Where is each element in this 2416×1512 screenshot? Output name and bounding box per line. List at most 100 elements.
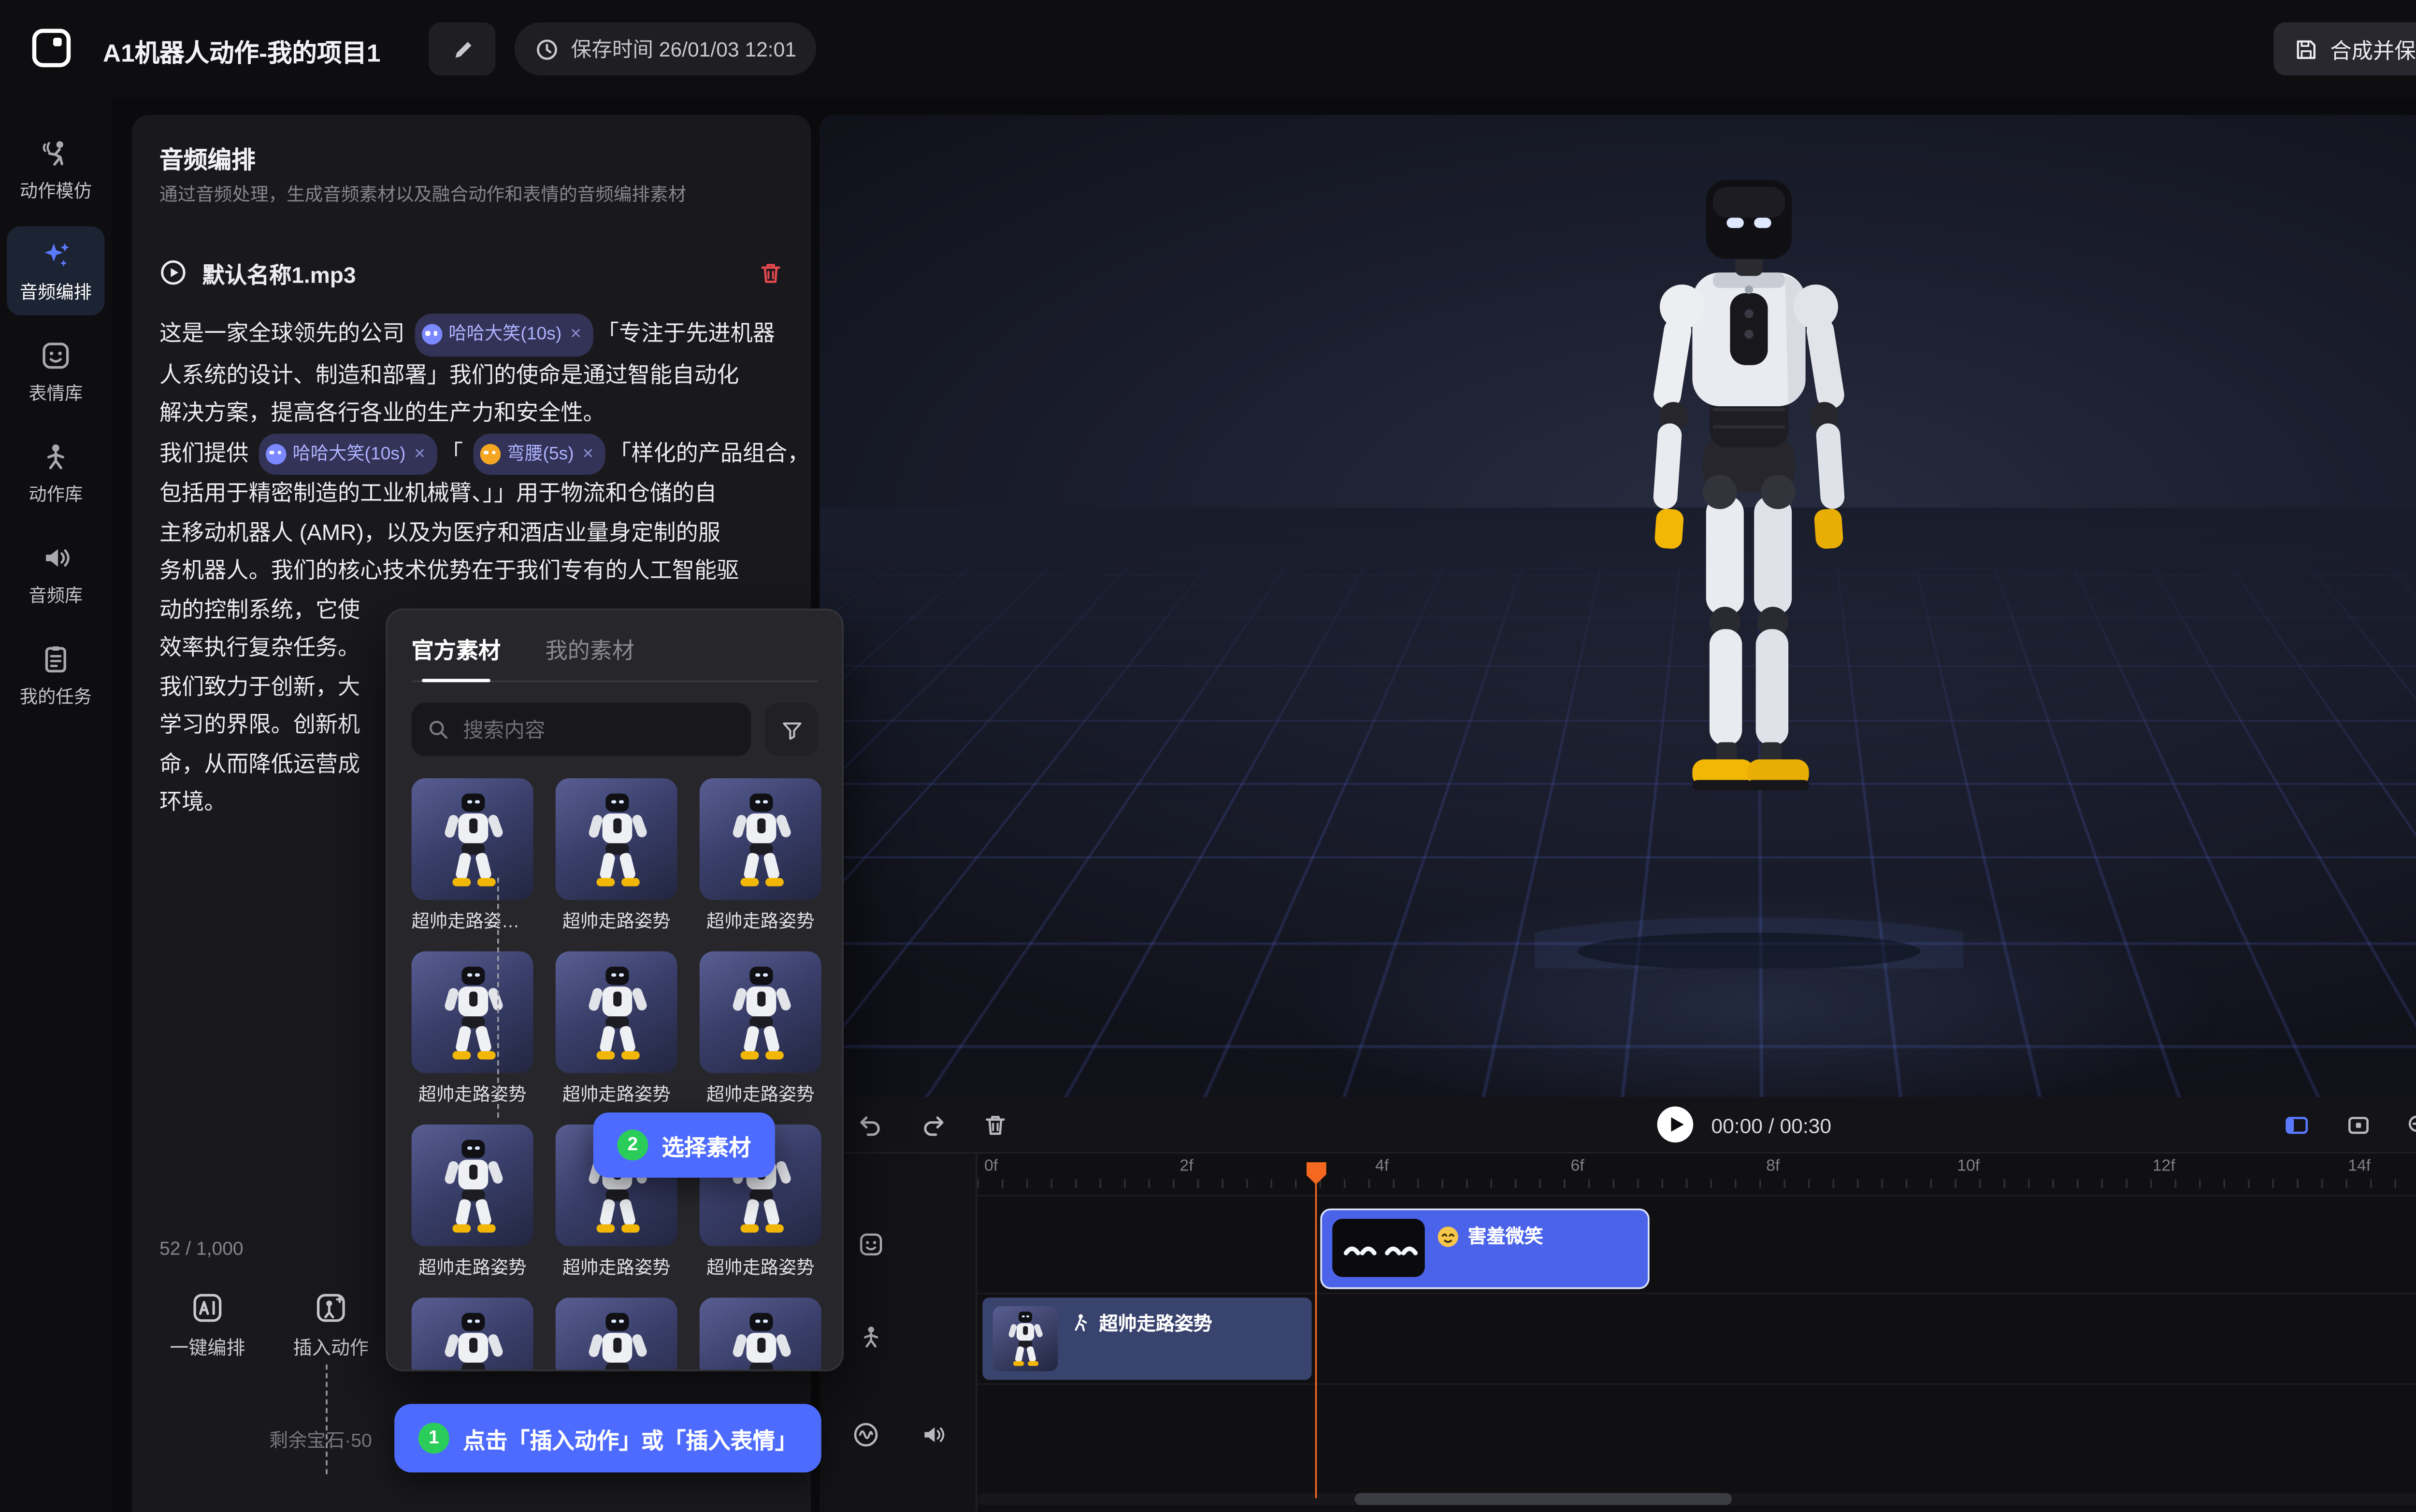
rename-project-button[interactable] bbox=[429, 22, 495, 75]
sidebar-item-my-tasks[interactable]: 我的任务 bbox=[7, 631, 104, 720]
clipboard-icon bbox=[40, 643, 72, 675]
expression-tag-laugh[interactable]: 哈哈大笑(10s)× bbox=[414, 314, 593, 356]
step-1-badge: 1 bbox=[418, 1423, 449, 1454]
project-title: A1机器人动作-我的项目1 bbox=[103, 34, 381, 71]
play-audio-icon[interactable] bbox=[159, 259, 187, 286]
timeline-scrollbar[interactable] bbox=[978, 1493, 2416, 1505]
search-icon bbox=[427, 718, 449, 741]
script-text: 务机器人。我们的核心技术优势在于我们专有的人工智能驱 bbox=[159, 552, 787, 591]
robot-thumb-icon bbox=[724, 962, 796, 1062]
filter-button[interactable] bbox=[765, 703, 818, 756]
play-button[interactable] bbox=[1656, 1106, 1694, 1143]
audio-file-name: 默认名称1.mp3 bbox=[202, 257, 743, 289]
player-control-bar: 00:00 / 00:30 bbox=[820, 1097, 2416, 1154]
material-card[interactable]: 超帅走路姿势 bbox=[412, 951, 533, 1107]
material-card[interactable]: 超帅走路姿势 bbox=[556, 778, 677, 934]
robot-thumb-icon bbox=[1005, 1310, 1046, 1368]
material-thumb bbox=[700, 1298, 821, 1371]
timeline-ruler[interactable]: 0f 2f 4f 6f 8f 10f 12f 14f 16f bbox=[978, 1154, 2416, 1188]
script-text: 这是一家全球领先的公司 bbox=[159, 320, 411, 345]
material-card[interactable] bbox=[412, 1298, 533, 1371]
zoom-out-icon[interactable] bbox=[2406, 1113, 2416, 1138]
ai-icon bbox=[190, 1291, 225, 1325]
laugh-emoji-icon bbox=[265, 443, 286, 464]
compose-save-button[interactable]: 合成并保存 bbox=[2273, 22, 2416, 75]
ruler-tick: 0f bbox=[984, 1157, 998, 1176]
sidebar-item-motion-imitation[interactable]: 动作模仿 bbox=[7, 125, 104, 214]
material-thumb bbox=[412, 1298, 533, 1371]
material-card[interactable]: 超帅走路姿势 bbox=[412, 1125, 533, 1281]
material-thumb bbox=[412, 778, 533, 900]
frame-view-icon[interactable] bbox=[2345, 1113, 2371, 1138]
ruler-minor-ticks bbox=[978, 1179, 2416, 1188]
delete-clip-icon[interactable] bbox=[982, 1113, 1008, 1138]
tag-close-icon[interactable]: × bbox=[414, 435, 425, 473]
save-time-pill: 保存时间 26/01/03 12:01 bbox=[515, 22, 817, 75]
guide-step-1-tooltip[interactable]: 1 点击「插入动作」或「插入表情」 bbox=[394, 1404, 821, 1472]
person-icon bbox=[40, 441, 72, 473]
insert-motion-button[interactable]: 插入动作 bbox=[293, 1291, 369, 1361]
viewport-3d[interactable] bbox=[820, 115, 2416, 1097]
panel-subtitle: 通过音频处理，生成音频素材以及融合动作和表情的音频编排素材 bbox=[159, 182, 686, 207]
script-text: 「 bbox=[441, 439, 469, 465]
timeline[interactable]: 0f 2f 4f 6f 8f 10f 12f 14f 16f 超帅走路姿势 害羞… bbox=[820, 1154, 2416, 1512]
material-thumb bbox=[556, 951, 677, 1073]
one-click-arrange-button[interactable]: 一键编排 bbox=[170, 1291, 245, 1361]
search-input[interactable] bbox=[412, 703, 751, 756]
redo-icon[interactable] bbox=[921, 1113, 947, 1138]
motion-tag-bend[interactable]: 弯腰(5s)× bbox=[473, 433, 605, 475]
expression-track-icon[interactable] bbox=[857, 1231, 885, 1258]
material-thumb bbox=[700, 778, 821, 900]
material-card[interactable]: 超帅走路姿势 bbox=[700, 778, 821, 934]
script-text: 「样化的产品组合， bbox=[609, 439, 809, 465]
smiley-icon bbox=[40, 340, 72, 372]
material-grid: 超帅走路姿势... 超帅走路姿势 超帅走路姿势 超帅走路姿势 超帅走路姿势 超帅… bbox=[412, 778, 818, 1371]
material-thumb bbox=[412, 1125, 533, 1246]
motion-track-icon[interactable] bbox=[857, 1323, 885, 1351]
sidebar-item-expression-library[interactable]: 表情库 bbox=[7, 328, 104, 417]
guide-step-2-select-material[interactable]: 2 选择素材 bbox=[593, 1113, 775, 1178]
sidebar-item-motion-library[interactable]: 动作库 bbox=[7, 428, 104, 518]
timeline-scroll-thumb[interactable] bbox=[1354, 1493, 1732, 1505]
tag-close-icon[interactable]: × bbox=[582, 435, 593, 473]
material-card[interactable] bbox=[700, 1298, 821, 1371]
expression-clip[interactable]: 害羞微笑 bbox=[1320, 1209, 1649, 1289]
script-text: 我们提供 bbox=[159, 439, 255, 465]
track-insert-icon[interactable] bbox=[2284, 1113, 2310, 1138]
audio-mute-icon[interactable] bbox=[919, 1421, 947, 1449]
ruler-tick: 10f bbox=[1957, 1157, 1980, 1176]
sidebar-item-audio-library[interactable]: 音频库 bbox=[7, 529, 104, 619]
material-thumb bbox=[412, 951, 533, 1073]
script-text: 包括用于精密制造的工业机械臂、」」用于物流和仓储的自 bbox=[159, 475, 787, 514]
motion-clip[interactable]: 超帅走路姿势 bbox=[982, 1298, 1311, 1380]
material-card[interactable] bbox=[556, 1298, 677, 1371]
robot-thumb-icon bbox=[436, 1309, 508, 1371]
audio-file-row: 默认名称1.mp3 bbox=[159, 249, 784, 297]
expression-clip-thumb bbox=[1332, 1219, 1425, 1277]
sparkle-icon bbox=[40, 238, 72, 271]
ruler-tick: 14f bbox=[2348, 1157, 2371, 1176]
filter-icon bbox=[779, 717, 804, 742]
material-card[interactable]: 超帅走路姿势 bbox=[700, 951, 821, 1107]
time-display: 00:00 / 00:30 bbox=[1711, 1114, 1831, 1139]
robot-thumb-icon bbox=[580, 962, 652, 1062]
undo-icon[interactable] bbox=[857, 1113, 883, 1138]
bend-emoji-icon bbox=[479, 443, 500, 464]
material-card[interactable]: 超帅走路姿势 bbox=[556, 951, 677, 1107]
ruler-tick: 6f bbox=[1571, 1157, 1584, 1176]
tab-official-material[interactable]: 官方素材 bbox=[412, 632, 501, 665]
sidebar-item-audio-arrange[interactable]: 音频编排 bbox=[7, 226, 104, 315]
voice-track-icon[interactable] bbox=[852, 1421, 880, 1449]
tag-close-icon[interactable]: × bbox=[570, 315, 581, 354]
ruler-tick: 2f bbox=[1179, 1157, 1193, 1176]
tab-my-material[interactable]: 我的素材 bbox=[545, 632, 634, 665]
robot-thumb-icon bbox=[580, 789, 652, 889]
robot-model[interactable] bbox=[1535, 180, 1963, 969]
material-card[interactable]: 超帅走路姿势... bbox=[412, 778, 533, 934]
material-tabs: 官方素材 我的素材 bbox=[412, 632, 818, 682]
expression-tag-laugh[interactable]: 哈哈大笑(10s)× bbox=[258, 433, 437, 475]
delete-audio-icon[interactable] bbox=[758, 260, 783, 285]
ruler-tick: 12f bbox=[2153, 1157, 2175, 1176]
left-nav: 动作模仿 音频编排 表情库 动作库 音频库 我的任务 bbox=[0, 98, 112, 1512]
script-text: 人系统的设计、制造和部署」我们的使命是通过智能自动化 bbox=[159, 356, 787, 394]
